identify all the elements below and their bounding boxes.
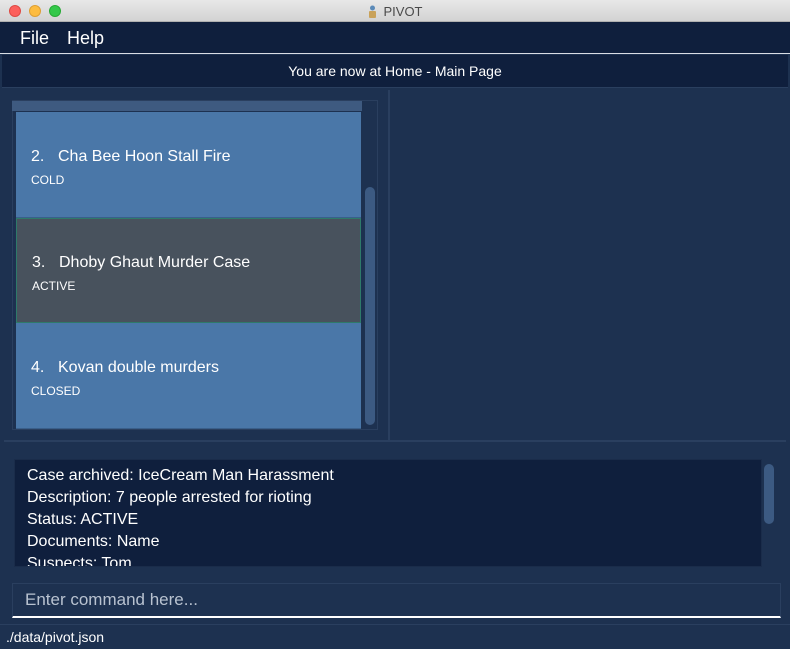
case-list-partial-card [12, 101, 362, 111]
case-index: 3. [32, 254, 46, 271]
case-name: Cha Bee Hoon Stall Fire [58, 148, 231, 165]
case-title: 2. Cha Bee Hoon Stall Fire [31, 148, 231, 166]
horizontal-divider [4, 440, 786, 442]
case-card[interactable]: 4. Kovan double murders CLOSED [16, 323, 361, 429]
result-line: Suspects: Tom [27, 555, 132, 567]
menu-bar: File Help [0, 22, 790, 54]
menu-file[interactable]: File [20, 28, 49, 49]
window-titlebar: PIVOT [0, 0, 790, 22]
command-input[interactable] [13, 584, 780, 616]
case-name: Dhoby Ghaut Murder Case [59, 254, 251, 271]
case-title: 4. Kovan double murders [31, 359, 219, 377]
result-line: Documents: Name [27, 533, 160, 550]
app-icon [369, 5, 377, 18]
status-bar-footer: ./data/pivot.json [0, 624, 790, 649]
result-line: Description: 7 people arrested for rioti… [27, 489, 312, 506]
command-box [12, 583, 781, 618]
result-display[interactable]: Case archived: IceCream Man Harassment D… [14, 459, 762, 567]
detail-pane [390, 90, 788, 440]
result-line: Case archived: IceCream Man Harassment [27, 467, 334, 484]
data-file-path: ./data/pivot.json [6, 629, 105, 645]
menu-help[interactable]: Help [67, 28, 104, 49]
case-card[interactable]: 2. Cha Bee Hoon Stall Fire COLD [16, 112, 361, 218]
case-index: 2. [31, 148, 45, 165]
case-list-scrollbar[interactable] [365, 187, 375, 425]
location-text: You are now at Home - Main Page [288, 63, 502, 79]
case-title: 3. Dhoby Ghaut Murder Case [32, 254, 250, 272]
window-title: PIVOT [0, 4, 790, 19]
case-card-selected[interactable]: 3. Dhoby Ghaut Murder Case ACTIVE [16, 218, 361, 323]
case-name: Kovan double murders [58, 359, 219, 376]
case-status: CLOSED [31, 384, 81, 398]
window-title-text: PIVOT [383, 4, 423, 19]
case-index: 4. [31, 359, 45, 376]
case-status: COLD [31, 173, 65, 187]
result-line: Status: ACTIVE [27, 511, 139, 528]
case-status: ACTIVE [32, 279, 76, 293]
location-bar: You are now at Home - Main Page [2, 55, 788, 88]
result-scrollbar[interactable] [764, 464, 774, 524]
